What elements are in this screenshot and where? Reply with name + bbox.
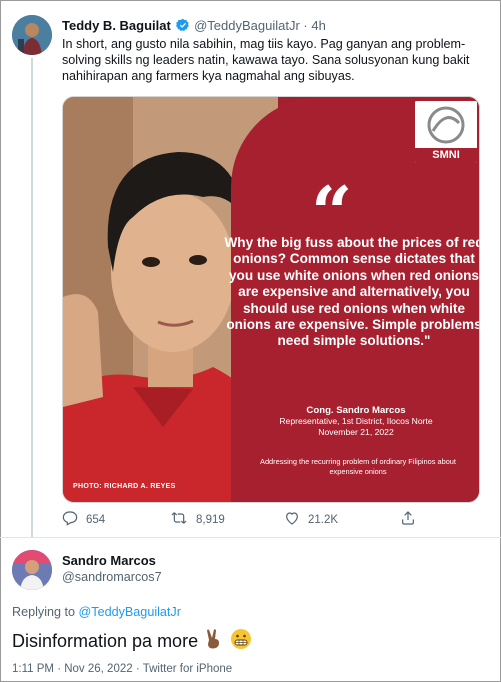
share-button[interactable] [400,510,424,529]
tweet2-author-name[interactable]: Sandro Marcos [62,553,156,568]
tweet-divider [0,537,501,538]
attribution-date: November 21, 2022 [318,427,394,437]
quote-text: Why the big fuss about the prices of red… [224,235,480,349]
tweet1-header: Teddy B. Baguilat @TeddyBaguilatJr · 4h [62,18,326,35]
tweet1-author-name[interactable]: Teddy B. Baguilat [62,18,171,33]
smni-logo: SMNI [415,101,477,163]
retweet-icon [170,510,196,529]
footer-separator-1: · [57,663,62,675]
tweet1-text: In short, ang gusto nila sabihin, mag ti… [62,37,470,83]
share-icon [400,510,424,529]
avatar-sandro-marcos[interactable] [12,550,52,590]
avatar-teddy-baguilat[interactable] [12,15,52,55]
like-count: 21.2K [308,513,339,526]
retweet-count: 8,919 [196,513,225,526]
tweet2-source[interactable]: Twitter for iPhone [143,663,232,675]
victory-hand-emoji [204,628,224,655]
verified-badge-icon [176,18,190,35]
tweet1-actions: 654 8,919 21.2K [62,510,422,530]
tweet1-handle[interactable]: @TeddyBaguilatJr [194,18,300,33]
reply-icon [62,510,86,529]
attribution-title: Representative, 1st District, Ilocos Nor… [279,416,433,426]
tweet1-time[interactable]: 4h [311,18,325,33]
photo-credit: PHOTO: RICHARD A. REYES [73,483,176,490]
footer-separator-2: · [135,663,140,675]
tweet1-separator: · [303,18,308,33]
tweet2-text: Disinformation pa more [12,628,252,655]
image-note: Addressing the recurring problem of ordi… [260,457,456,476]
replying-to-link[interactable]: @TeddyBaguilatJr [79,605,181,619]
tweet1-media-image[interactable]: SMNI “ Why the big fuss about the prices… [62,96,480,503]
tweet2-handle[interactable]: @sandromarcos7 [62,570,162,584]
tweet2-footer: 1:11 PM · Nov 26, 2022 · Twitter for iPh… [12,663,232,675]
thread-connector [31,58,33,538]
tweet2-date[interactable]: Nov 26, 2022 [64,663,132,675]
replying-prefix: Replying to [12,605,76,619]
tweet2-timestamp[interactable]: 1:11 PM [12,663,54,675]
quote-attribution: Cong. Sandro Marcos Representative, 1st … [241,405,471,438]
reply-button[interactable]: 654 [62,510,105,529]
smni-logo-text: SMNI [415,148,477,163]
like-button[interactable]: 21.2K [284,510,338,529]
reply-count: 654 [86,513,106,526]
grimacing-face-emoji [230,628,252,655]
like-icon [284,510,308,529]
attribution-name: Cong. Sandro Marcos [306,405,406,416]
retweet-button[interactable]: 8,919 [170,510,225,529]
tweet2-text-content: Disinformation pa more [12,631,199,651]
replying-to: Replying to @TeddyBaguilatJr [12,605,181,619]
